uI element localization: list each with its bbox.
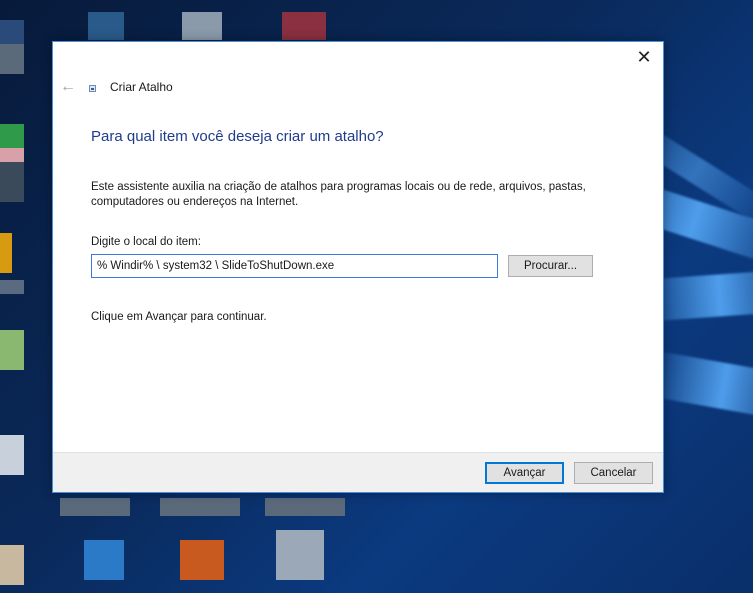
- continue-hint: Clique em Avançar para continuar.: [91, 311, 267, 323]
- page-heading: Para qual item você deseja criar um atal…: [91, 128, 384, 145]
- desktop-icon-bottom-label-1: [60, 498, 130, 516]
- shortcut-icon: [89, 85, 96, 92]
- desktop-icon-2[interactable]: [0, 124, 24, 148]
- back-arrow-icon[interactable]: ←: [60, 78, 76, 96]
- location-input[interactable]: [91, 254, 498, 278]
- desktop-icon-2-shade: [0, 148, 24, 162]
- location-field-label: Digite o local do item:: [91, 236, 201, 248]
- desktop-icon-3-shade: [0, 280, 24, 294]
- create-shortcut-dialog: ✕ ← Criar Atalho Para qual item você des…: [52, 41, 664, 493]
- desktop-icon-1-shade: [0, 44, 24, 74]
- desktop-icon-6[interactable]: [0, 545, 24, 585]
- cancel-button[interactable]: Cancelar: [574, 462, 653, 484]
- desktop-icon-top-3[interactable]: [282, 12, 326, 40]
- next-button[interactable]: Avançar: [485, 462, 564, 484]
- desktop-icon-top-1[interactable]: [88, 12, 124, 40]
- desktop-background: ✕ ← Criar Atalho Para qual item você des…: [0, 0, 753, 593]
- window-title: Criar Atalho: [110, 80, 173, 94]
- dialog-footer: Avançar Cancelar: [53, 452, 663, 492]
- close-icon: ✕: [636, 47, 652, 67]
- desktop-icon-1[interactable]: [0, 20, 24, 44]
- desktop-icon-5[interactable]: [0, 435, 24, 475]
- desktop-icon-2-base: [0, 162, 24, 202]
- desktop-icon-bottom-2[interactable]: [180, 540, 224, 580]
- wizard-description: Este assistente auxilia na criação de at…: [91, 181, 586, 208]
- desktop-icon-bottom-1[interactable]: [84, 540, 124, 580]
- desktop-icon-4[interactable]: [0, 330, 24, 370]
- desktop-icon-3[interactable]: [0, 233, 12, 273]
- desktop-icon-bottom-label-2: [160, 498, 240, 516]
- desktop-icon-bottom-3[interactable]: [276, 530, 324, 580]
- close-button[interactable]: ✕: [633, 47, 655, 69]
- desktop-icon-top-2[interactable]: [182, 12, 222, 40]
- browse-button[interactable]: Procurar...: [508, 255, 593, 277]
- desktop-icon-bottom-label-3: [265, 498, 345, 516]
